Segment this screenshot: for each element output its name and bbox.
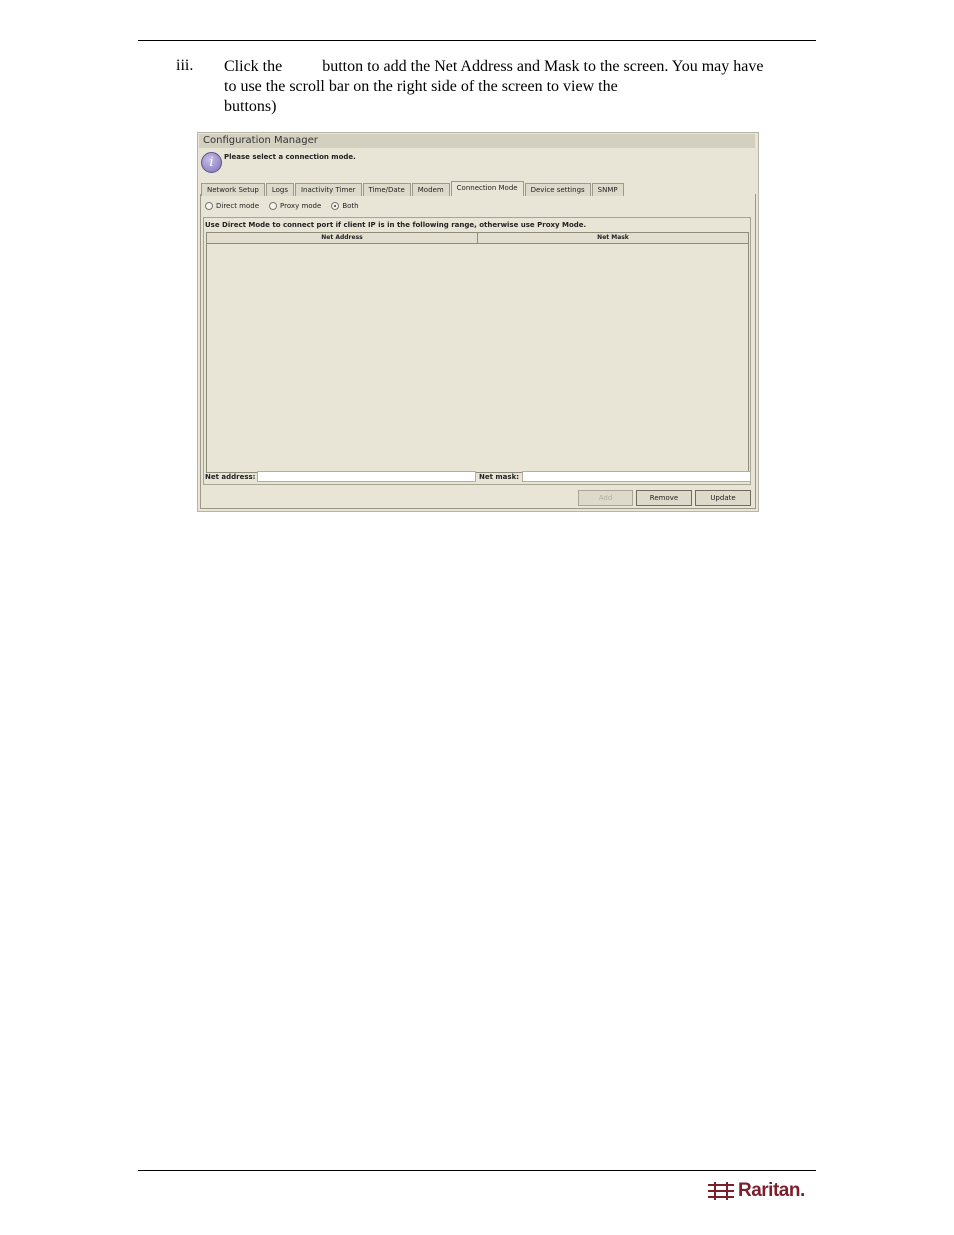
remove-button[interactable]: Remove: [636, 490, 692, 506]
direct-mode-range-group: Use Direct Mode to connect port if clien…: [203, 217, 751, 485]
group-label: Use Direct Mode to connect port if clien…: [205, 221, 587, 229]
connection-mode-radios: Direct mode Proxy mode Both: [205, 202, 359, 210]
column-net-address[interactable]: Net Address: [207, 233, 477, 243]
radio-circle-icon: [269, 202, 278, 210]
radio-direct-mode[interactable]: Direct mode: [205, 202, 259, 210]
net-mask-label: Net mask:: [479, 473, 520, 481]
radio-both[interactable]: Both: [331, 202, 359, 210]
radio-label: Direct mode: [216, 202, 260, 210]
input-row: Net address: Net mask:: [205, 471, 753, 483]
add-button[interactable]: Add: [578, 490, 633, 506]
raritan-logo-text: Raritan.: [738, 1180, 805, 1201]
configuration-manager-screenshot: Configuration Manager i Please select a …: [197, 132, 759, 512]
net-mask-input[interactable]: [522, 471, 751, 482]
header-rule: [138, 40, 816, 41]
step-text-part1: Click the: [224, 58, 283, 75]
net-address-input[interactable]: [257, 471, 476, 482]
radio-circle-icon: [205, 202, 213, 210]
window-title: Configuration Manager: [199, 134, 755, 148]
raritan-logo-icon: [708, 1182, 734, 1200]
radio-label: Proxy mode: [280, 202, 322, 210]
step-text-part2: button to add the Net Address and Mask t…: [322, 58, 764, 75]
radio-proxy-mode[interactable]: Proxy mode: [269, 202, 321, 210]
radio-selected-icon: [331, 202, 340, 210]
update-button[interactable]: Update: [695, 490, 751, 506]
step-text-line2: to use the scroll bar on the right side …: [224, 78, 618, 95]
step-text-line3: buttons): [224, 98, 277, 115]
raritan-logo: Raritan.: [707, 1180, 805, 1202]
step-number: iii.: [176, 57, 194, 74]
net-address-label: Net address:: [205, 473, 256, 481]
info-message: Please select a connection mode.: [224, 153, 356, 161]
footer-rule: [138, 1170, 816, 1171]
table-header: Net Address Net Mask: [207, 233, 748, 244]
info-icon: i: [201, 152, 222, 173]
radio-label: Both: [342, 202, 359, 210]
step-text: Click the button to add the Net Address a…: [224, 57, 818, 117]
net-range-table[interactable]: Net Address Net Mask: [206, 232, 749, 473]
column-net-mask[interactable]: Net Mask: [477, 233, 748, 243]
